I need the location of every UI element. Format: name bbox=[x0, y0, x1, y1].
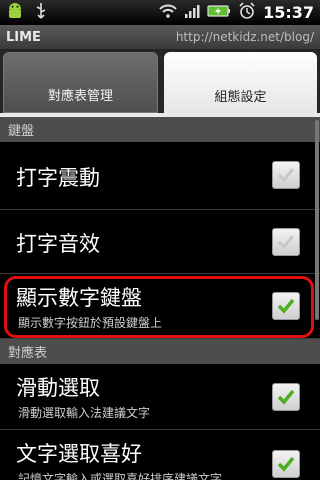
section-header-mapping-table: 對應表 bbox=[0, 339, 320, 364]
section-title: 對應表 bbox=[8, 346, 48, 361]
pref-text-selection-preference[interactable]: 文字選取喜好 記憶文字輸入或選取喜好排序建議文字 bbox=[0, 430, 320, 480]
status-time: 15:37 bbox=[263, 3, 314, 22]
check-icon bbox=[277, 298, 295, 314]
tab-label: 對應表管理 bbox=[47, 89, 113, 104]
wifi-icon bbox=[159, 3, 177, 22]
pref-title: 顯示數字鍵盤 bbox=[16, 286, 142, 310]
signal-icon bbox=[184, 3, 200, 22]
pref-title: 滑動選取 bbox=[16, 376, 100, 400]
preference-list: 鍵盤 打字震動 打字音效 顯示數字鍵盤 顯示數字按鈕於預設鍵盤上 對應表 滑動選… bbox=[0, 117, 320, 480]
checkbox-text-selection-preference[interactable] bbox=[272, 450, 300, 478]
check-icon bbox=[277, 456, 295, 472]
tab-bar: 對應表管理 組態設定 bbox=[0, 50, 320, 113]
section-header-keyboard: 鍵盤 bbox=[0, 117, 320, 142]
android-icon bbox=[6, 2, 24, 24]
pref-show-number-keyboard[interactable]: 顯示數字鍵盤 顯示數字按鈕於預設鍵盤上 bbox=[0, 274, 320, 339]
app-title-bar: LIME http://netkidz.net/blog/ bbox=[0, 25, 320, 50]
pref-swipe-select[interactable]: 滑動選取 滑動選取輸入法建議文字 bbox=[0, 364, 320, 430]
checkbox-typing-vibration[interactable] bbox=[272, 161, 300, 189]
checkbox-swipe-select[interactable] bbox=[272, 383, 300, 411]
blog-url: http://netkidz.net/blog/ bbox=[175, 30, 314, 44]
checkbox-typing-sound[interactable] bbox=[272, 228, 300, 256]
usb-icon bbox=[34, 2, 48, 24]
tab-mapping-table-management[interactable]: 對應表管理 bbox=[3, 52, 158, 113]
check-icon bbox=[277, 168, 295, 183]
check-icon bbox=[277, 389, 295, 405]
tab-configuration-settings[interactable]: 組態設定 bbox=[164, 52, 317, 113]
pref-summary: 記憶文字輸入或選取喜好排序建議文字 bbox=[18, 472, 223, 480]
pref-summary: 顯示數字按鈕於預設鍵盤上 bbox=[18, 316, 163, 330]
tab-label: 組態設定 bbox=[214, 90, 267, 105]
section-title: 鍵盤 bbox=[8, 124, 35, 139]
pref-title: 打字震動 bbox=[16, 166, 100, 190]
pref-typing-vibration[interactable]: 打字震動 bbox=[0, 142, 320, 210]
status-bar: 15:37 bbox=[0, 0, 320, 25]
pref-title: 文字選取喜好 bbox=[16, 442, 142, 466]
check-icon bbox=[277, 235, 295, 250]
pref-title: 打字音效 bbox=[16, 232, 100, 256]
battery-icon bbox=[207, 3, 231, 22]
app-title: LIME bbox=[6, 29, 41, 45]
checkbox-show-number-keyboard[interactable] bbox=[272, 292, 300, 320]
pref-typing-sound[interactable]: 打字音效 bbox=[0, 210, 320, 274]
pref-summary: 滑動選取輸入法建議文字 bbox=[18, 406, 151, 420]
alarm-icon bbox=[238, 1, 256, 24]
scrollbar[interactable] bbox=[315, 120, 319, 320]
